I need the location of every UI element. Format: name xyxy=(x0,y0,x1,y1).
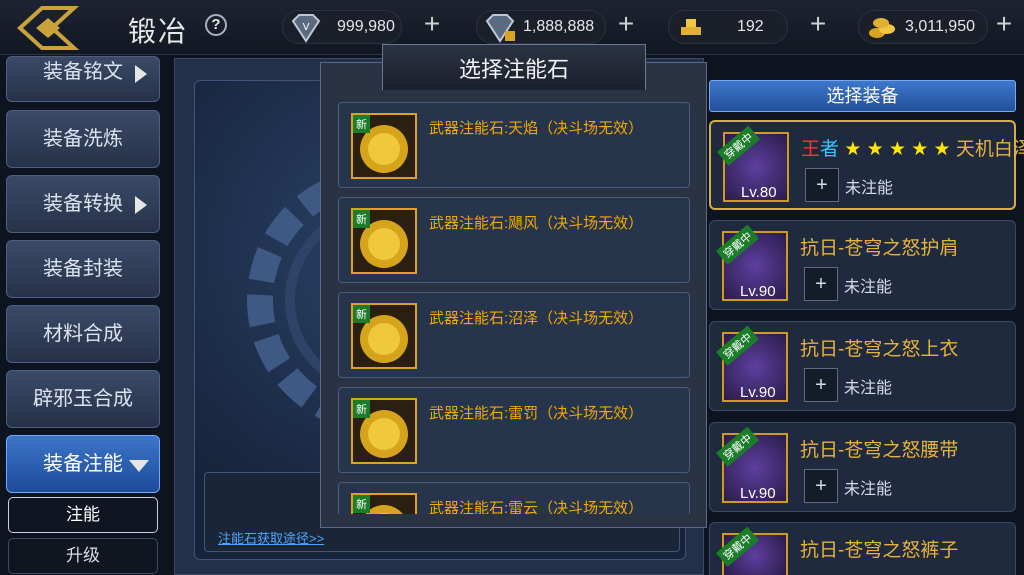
equipment-name: 王者 ★ ★ ★ ★ ★ 天机白泽 xyxy=(801,134,1024,161)
page-title: 锻冶 xyxy=(128,16,189,47)
menu-label: 辟邪玉合成 xyxy=(33,388,133,410)
menu-label: 材料合成 xyxy=(43,323,123,345)
equipment-title: 天机白泽 xyxy=(955,139,1024,160)
stone-icon: 新 xyxy=(351,398,417,464)
menu-label: 装备封装 xyxy=(43,258,123,280)
menu-label: 装备洗炼 xyxy=(43,128,123,150)
stone-card[interactable]: 新 武器注能石:天焰（决斗场无效） xyxy=(338,102,690,188)
stone-name: 武器注能石:沼泽（决斗场无效） xyxy=(429,310,644,327)
equipment-level: Lv.80 xyxy=(741,184,777,201)
menu-equipment-seal[interactable]: 装备封装 xyxy=(6,240,160,298)
infusion-status: 未注能 xyxy=(844,481,893,498)
arrow-down-icon xyxy=(129,460,149,472)
equipment-card[interactable]: Lv.80 穿戴中 王者 ★ ★ ★ ★ ★ 天机白泽 + 未注能 xyxy=(709,120,1024,210)
infusion-status: 未注能 xyxy=(844,380,893,397)
back-logo-icon[interactable] xyxy=(12,4,82,52)
add-gold-bars-button[interactable]: + xyxy=(806,10,830,38)
submenu-upgrade[interactable]: 升级 xyxy=(8,538,158,574)
add-gold-coins-button[interactable]: + xyxy=(992,10,1016,38)
resource-diamond: V 999,980 xyxy=(282,10,402,44)
add-diamond-button[interactable]: + xyxy=(420,10,444,38)
add-infusion-button[interactable]: + xyxy=(804,469,838,503)
resource-gold-coins: 3,011,950 xyxy=(858,10,988,44)
gold-bars-value: 192 xyxy=(737,18,764,35)
bound-diamond-icon xyxy=(485,14,515,43)
menu-equipment-inscription[interactable]: 装备铭文 xyxy=(6,56,160,102)
arrow-right-icon xyxy=(135,196,147,214)
resource-gold-bars: 192 xyxy=(668,10,788,44)
menu-jade-synthesis[interactable]: 辟邪玉合成 xyxy=(6,370,160,428)
equipment-name: 抗日-苍穹之怒腰带 xyxy=(800,440,959,461)
submenu-label: 注能 xyxy=(66,505,100,524)
menu-label: 装备转换 xyxy=(43,193,123,215)
stone-icon: 新 xyxy=(351,303,417,369)
stone-icon: 新 xyxy=(351,208,417,274)
stone-card[interactable]: 新 武器注能石:飓风（决斗场无效） xyxy=(338,197,690,283)
menu-equipment-convert[interactable]: 装备转换 xyxy=(6,175,160,233)
equipment-level: Lv.90 xyxy=(740,384,776,401)
resource-bound-diamond: 1,888,888 xyxy=(476,10,606,44)
equipment-level: Lv.90 xyxy=(740,485,776,502)
diamond-value: 999,980 xyxy=(337,18,395,35)
equipment-level: Lv.90 xyxy=(740,283,776,300)
star-rating: ★ ★ ★ ★ ★ xyxy=(844,139,951,160)
submenu-infuse[interactable]: 注能 xyxy=(8,497,158,533)
bound-diamond-value: 1,888,888 xyxy=(523,18,595,35)
new-badge: 新 xyxy=(353,210,370,228)
diamond-icon: V xyxy=(291,14,321,43)
menu-label: 装备注能 xyxy=(43,453,123,475)
equipment-card[interactable]: 穿戴中 抗日-苍穹之怒裤子 xyxy=(709,522,1016,575)
new-badge: 新 xyxy=(353,495,370,513)
menu-equipment-refine[interactable]: 装备洗炼 xyxy=(6,110,160,168)
stone-name: 武器注能石:雷罚（决斗场无效） xyxy=(429,405,644,422)
gold-coins-value: 3,011,950 xyxy=(905,18,975,35)
equipment-name: 抗日-苍穹之怒上衣 xyxy=(800,339,959,360)
new-badge: 新 xyxy=(353,305,370,323)
stone-name: 武器注能石:飓风（决斗场无效） xyxy=(429,215,644,232)
name-prefix-king: 王 xyxy=(801,139,821,160)
help-icon[interactable]: ? xyxy=(205,14,227,36)
stone-name: 武器注能石:雷云（决斗场无效） xyxy=(429,500,644,514)
equipment-name: 抗日-苍穹之怒裤子 xyxy=(800,540,959,561)
gold-coins-icon xyxy=(869,18,895,38)
stone-list[interactable]: 新 武器注能石:天焰（决斗场无效） 新 武器注能石:飓风（决斗场无效） 新 武器… xyxy=(330,100,700,514)
new-badge: 新 xyxy=(353,400,370,418)
add-infusion-button[interactable]: + xyxy=(805,168,839,202)
equipment-card[interactable]: Lv.90 穿戴中 抗日-苍穹之怒上衣 + 未注能 xyxy=(709,321,1016,411)
add-infusion-button[interactable]: + xyxy=(804,267,838,301)
new-badge: 新 xyxy=(353,115,370,133)
select-equipment-header: 选择装备 xyxy=(709,80,1016,112)
stone-icon: 新 xyxy=(351,493,417,514)
arrow-right-icon xyxy=(135,65,147,83)
stone-icon: 新 xyxy=(351,113,417,179)
infusion-status: 未注能 xyxy=(845,180,894,197)
stone-card[interactable]: 新 武器注能石:雷云（决斗场无效） xyxy=(338,482,690,514)
infusion-status: 未注能 xyxy=(844,279,893,296)
stone-card[interactable]: 新 武器注能石:雷罚（决斗场无效） xyxy=(338,387,690,473)
menu-material-synthesis[interactable]: 材料合成 xyxy=(6,305,160,363)
equipment-name: 抗日-苍穹之怒护肩 xyxy=(800,238,959,259)
menu-label: 装备铭文 xyxy=(43,61,123,83)
submenu-label: 升级 xyxy=(66,546,100,565)
equipment-card[interactable]: Lv.90 穿戴中 抗日-苍穹之怒腰带 + 未注能 xyxy=(709,422,1016,512)
add-bound-diamond-button[interactable]: + xyxy=(614,10,638,38)
menu-equipment-infusion[interactable]: 装备注能 xyxy=(6,435,160,493)
svg-text:V: V xyxy=(303,22,310,33)
popup-title: 选择注能石 xyxy=(458,57,569,82)
gold-bars-icon xyxy=(681,19,701,35)
name-prefix-zhe: 者 xyxy=(820,139,840,160)
stone-card[interactable]: 新 武器注能石:沼泽（决斗场无效） xyxy=(338,292,690,378)
stone-source-link[interactable]: 注能石获取途径>> xyxy=(218,528,324,547)
equipment-card[interactable]: Lv.90 穿戴中 抗日-苍穹之怒护肩 + 未注能 xyxy=(709,220,1016,310)
add-infusion-button[interactable]: + xyxy=(804,368,838,402)
stone-name: 武器注能石:天焰（决斗场无效） xyxy=(429,120,644,137)
